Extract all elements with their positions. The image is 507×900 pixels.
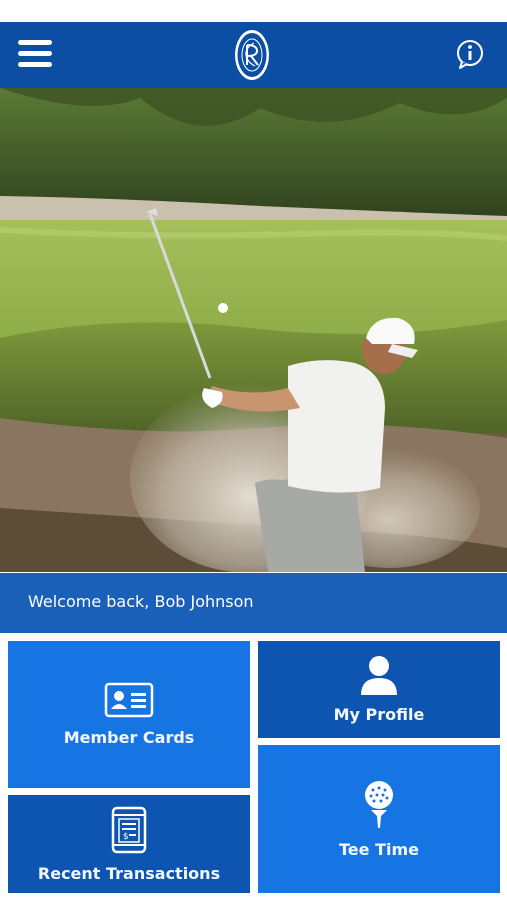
tee-time-tile[interactable]: Tee Time [258, 745, 500, 893]
info-icon[interactable] [454, 38, 486, 70]
person-icon [359, 655, 399, 699]
hamburger-menu-icon[interactable] [18, 38, 54, 70]
recent-transactions-tile[interactable]: $ Recent Transactions [8, 795, 250, 893]
svg-text:$: $ [123, 832, 129, 842]
tee-time-label: Tee Time [339, 839, 419, 859]
member-cards-tile[interactable]: Member Cards [8, 641, 250, 788]
golf-ball-tee-icon [362, 780, 396, 834]
golfer-bunker-shot-photo [0, 88, 507, 572]
club-crest-logo [233, 28, 271, 82]
my-profile-label: My Profile [333, 705, 425, 724]
id-card-icon [104, 682, 154, 722]
app-header [0, 22, 507, 88]
member-cards-label: Member Cards [63, 728, 195, 747]
welcome-message: Welcome back, Bob Johnson [28, 592, 254, 611]
phone-receipt-icon: $ [111, 806, 147, 858]
welcome-banner: Welcome back, Bob Johnson [0, 573, 507, 633]
recent-transactions-label: Recent Transactions [37, 863, 221, 883]
my-profile-tile[interactable]: My Profile [258, 641, 500, 738]
